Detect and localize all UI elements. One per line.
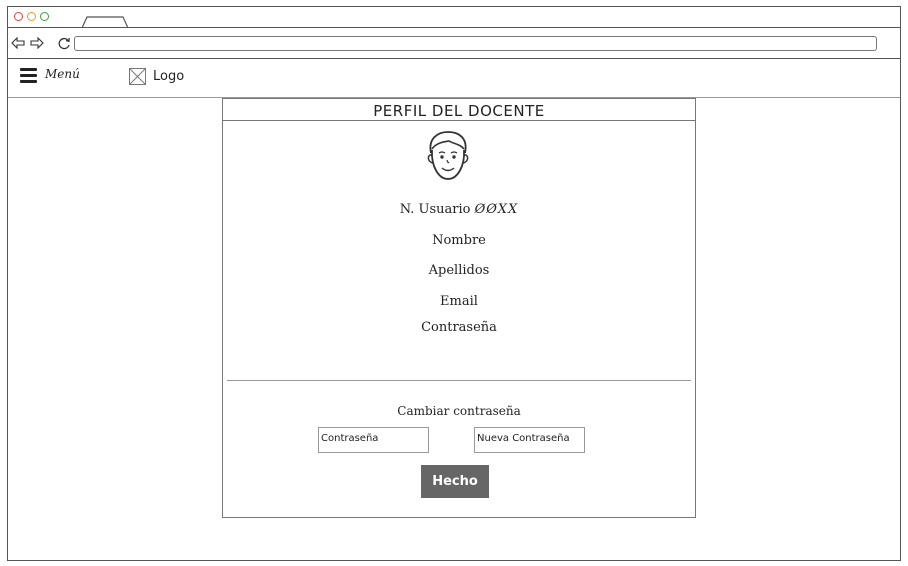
- browser-tab[interactable]: [82, 16, 128, 28]
- email-field: Email: [440, 294, 478, 309]
- change-password-title: Cambiar contraseña: [397, 404, 521, 418]
- back-arrow-icon[interactable]: [11, 37, 25, 49]
- close-window-button[interactable]: [14, 12, 23, 21]
- current-password-input[interactable]: Contraseña: [318, 427, 429, 453]
- reload-icon[interactable]: [58, 37, 71, 50]
- title-bar: [8, 7, 900, 28]
- password-field: Contraseña: [421, 320, 497, 335]
- logo-label: Logo: [153, 69, 185, 84]
- browser-window: Menú Logo PERFIL DEL DOCENTE N. Usuario …: [7, 6, 901, 561]
- app-header: Menú Logo: [8, 59, 900, 98]
- forward-arrow-icon[interactable]: [30, 37, 44, 49]
- user-number-label: N. Usuario: [399, 202, 471, 217]
- user-number: N. Usuario ØØXX: [223, 202, 695, 217]
- minimize-window-button[interactable]: [27, 12, 36, 21]
- surname-field: Apellidos: [428, 263, 490, 278]
- hamburger-icon[interactable]: [20, 68, 37, 83]
- image-placeholder-icon: [129, 68, 146, 85]
- address-bar: [8, 28, 900, 59]
- teacher-profile-card: PERFIL DEL DOCENTE N. Usuario ØØXX Nombr…: [222, 98, 696, 518]
- menu-label[interactable]: Menú: [45, 67, 80, 81]
- section-divider: [227, 380, 691, 381]
- done-button[interactable]: Hecho: [421, 465, 489, 498]
- name-field: Nombre: [432, 233, 486, 248]
- new-password-input[interactable]: Nueva Contraseña: [474, 427, 585, 453]
- user-number-value: ØØXX: [474, 202, 519, 217]
- page-title: PERFIL DEL DOCENTE: [223, 99, 695, 121]
- user-avatar-icon: [427, 131, 469, 180]
- url-input[interactable]: [74, 36, 877, 51]
- maximize-window-button[interactable]: [40, 12, 49, 21]
